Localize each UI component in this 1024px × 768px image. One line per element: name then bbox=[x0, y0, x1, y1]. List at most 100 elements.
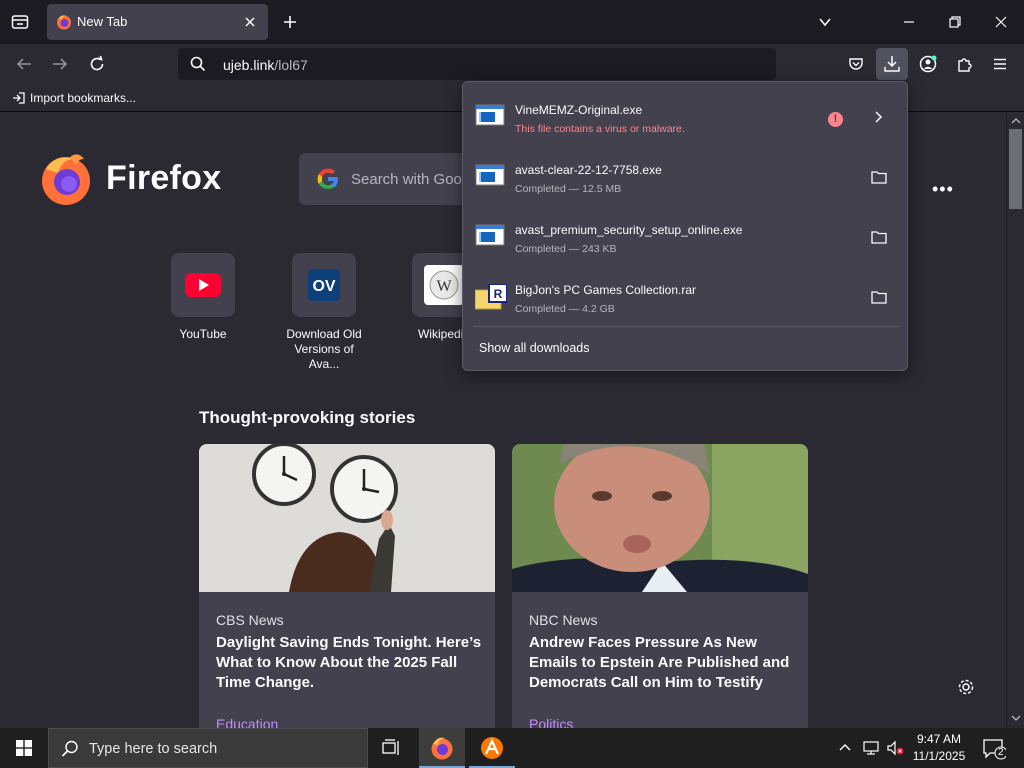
shortcut-label: Download Old Versions of Ava... bbox=[286, 327, 362, 371]
firefox-favicon-icon bbox=[56, 14, 72, 30]
notification-center-icon[interactable]: 2 bbox=[982, 738, 1006, 760]
new-tab-plus-icon[interactable] bbox=[282, 14, 298, 30]
forward-arrow-icon[interactable] bbox=[51, 56, 69, 72]
customize-dots-icon[interactable]: ••• bbox=[932, 179, 954, 200]
wikipedia-icon: W bbox=[424, 265, 464, 305]
folder-icon[interactable] bbox=[871, 290, 887, 304]
taskbar-search-placeholder: Type here to search bbox=[89, 741, 218, 757]
scroll-up-icon[interactable] bbox=[1011, 117, 1021, 125]
rar-archive-icon: R bbox=[475, 284, 507, 310]
scroll-down-icon[interactable] bbox=[1011, 714, 1021, 722]
folder-icon[interactable] bbox=[871, 170, 887, 184]
back-arrow-icon[interactable] bbox=[15, 56, 33, 72]
import-bookmarks-label: Import bookmarks... bbox=[30, 91, 137, 105]
download-item[interactable]: VineMEMZ-Original.exe This file contains… bbox=[463, 86, 907, 146]
malware-warning-icon: ! bbox=[828, 112, 843, 127]
story-card[interactable]: NBC News Andrew Faces Pressure As New Em… bbox=[512, 444, 808, 728]
restore-icon[interactable] bbox=[948, 15, 962, 29]
url-host: ujeb.link bbox=[223, 57, 275, 73]
windows-start-icon[interactable] bbox=[16, 740, 32, 756]
close-window-icon[interactable] bbox=[994, 15, 1008, 29]
download-item[interactable]: R BigJon's PC Games Collection.rar Compl… bbox=[463, 266, 907, 326]
download-filename: BigJon's PC Games Collection.rar bbox=[515, 283, 697, 297]
ov-tile: OV bbox=[292, 253, 356, 317]
network-icon[interactable] bbox=[862, 740, 880, 756]
tray-chevron-up-icon[interactable] bbox=[838, 742, 852, 752]
chevron-right-icon[interactable] bbox=[871, 110, 885, 124]
settings-gear-icon[interactable] bbox=[957, 678, 975, 696]
taskbar-clock[interactable]: 9:47 AM 11/1/2025 bbox=[906, 731, 972, 765]
folder-icon[interactable] bbox=[871, 230, 887, 244]
story-category: Education bbox=[216, 716, 279, 728]
exe-file-icon bbox=[475, 104, 505, 126]
story-card[interactable]: CBS News Daylight Saving Ends Tonight. H… bbox=[199, 444, 495, 728]
scrollbar-thumb[interactable] bbox=[1009, 129, 1022, 209]
clock-date: 11/1/2025 bbox=[912, 749, 966, 763]
youtube-icon bbox=[185, 271, 221, 299]
extensions-puzzle-icon[interactable] bbox=[956, 55, 974, 73]
reload-icon[interactable] bbox=[88, 55, 106, 73]
download-item[interactable]: avast-clear-22-12-7758.exe Completed — 1… bbox=[463, 146, 907, 206]
download-item[interactable]: avast_premium_security_setup_online.exe … bbox=[463, 206, 907, 266]
address-bar[interactable]: ujeb.link/lol67 bbox=[178, 48, 776, 80]
download-status: Completed — 12.5 MB bbox=[515, 183, 622, 195]
story-headline: Andrew Faces Pressure As New Emails to E… bbox=[529, 634, 790, 691]
tab-title: New Tab bbox=[77, 14, 128, 29]
taskbar-search-box[interactable]: Type here to search bbox=[48, 728, 368, 768]
downloads-divider bbox=[473, 326, 899, 327]
firefox-taskbar-icon bbox=[430, 736, 454, 760]
windows-taskbar: Type here to search 9:47 AM 11/1/2025 2 bbox=[0, 728, 1024, 768]
list-all-tabs-chevron-icon[interactable] bbox=[818, 15, 832, 29]
taskbar-firefox-button[interactable] bbox=[419, 728, 465, 768]
show-all-downloads-button[interactable]: Show all downloads bbox=[479, 341, 590, 355]
avast-taskbar-icon bbox=[480, 736, 504, 760]
taskbar-search-icon bbox=[61, 740, 79, 758]
shortcut-old-versions[interactable]: OV Download Old Versions of Ava... bbox=[279, 253, 369, 372]
google-g-icon bbox=[315, 166, 341, 192]
clock-time: 9:47 AM bbox=[916, 732, 962, 746]
close-tab-icon[interactable] bbox=[243, 15, 257, 29]
story-source: NBC News bbox=[529, 612, 598, 628]
app-menu-hamburger-icon[interactable] bbox=[992, 56, 1008, 72]
url-path: /lol67 bbox=[274, 57, 308, 73]
pocket-icon[interactable] bbox=[848, 56, 864, 72]
story-category: Politics bbox=[529, 716, 574, 728]
task-view-icon[interactable] bbox=[382, 739, 402, 757]
volume-muted-icon[interactable] bbox=[886, 740, 904, 756]
svg-text:OV: OV bbox=[312, 278, 335, 295]
firefox-wordmark: Firefox bbox=[106, 159, 222, 197]
story-image-clocks bbox=[199, 444, 495, 592]
import-bookmarks-button[interactable]: Import bookmarks... bbox=[12, 91, 136, 105]
search-icon bbox=[190, 56, 206, 72]
navigation-toolbar: ujeb.link/lol67 bbox=[0, 44, 1024, 84]
notification-count: 2 bbox=[998, 747, 1004, 758]
page-scrollbar[interactable] bbox=[1006, 113, 1024, 728]
svg-text:W: W bbox=[436, 278, 452, 295]
taskbar-avast-button[interactable] bbox=[469, 728, 515, 768]
minimize-icon[interactable] bbox=[902, 15, 916, 29]
download-filename: avast_premium_security_setup_online.exe bbox=[515, 223, 743, 237]
download-status: This file contains a virus or malware. bbox=[515, 123, 685, 135]
newtab-search-box[interactable]: Search with Google or enter address bbox=[299, 153, 595, 205]
download-arrow-icon bbox=[884, 55, 900, 73]
ov-icon: OV bbox=[308, 269, 340, 301]
url-text: ujeb.link/lol67 bbox=[223, 57, 308, 73]
tab-new-tab[interactable]: New Tab bbox=[47, 4, 268, 40]
download-filename: VineMEMZ-Original.exe bbox=[515, 103, 643, 117]
download-status: Completed — 243 KB bbox=[515, 243, 617, 255]
download-status: Completed — 4.2 GB bbox=[515, 303, 615, 315]
import-icon bbox=[12, 91, 26, 105]
downloads-button[interactable] bbox=[876, 48, 908, 80]
exe-file-icon bbox=[475, 164, 505, 186]
firefox-view-icon[interactable] bbox=[11, 13, 29, 31]
tab-strip: New Tab bbox=[0, 0, 1024, 44]
download-filename: avast-clear-22-12-7758.exe bbox=[515, 163, 662, 177]
shortcut-label: YouTube bbox=[179, 327, 227, 341]
exe-file-icon bbox=[475, 224, 505, 246]
account-icon[interactable] bbox=[919, 55, 937, 73]
svg-text:R: R bbox=[494, 287, 503, 301]
downloads-panel: VineMEMZ-Original.exe This file contains… bbox=[462, 81, 908, 371]
shortcut-youtube[interactable]: YouTube bbox=[158, 253, 248, 342]
story-headline: Daylight Saving Ends Tonight. Here’s Wha… bbox=[216, 634, 482, 691]
story-image-portrait bbox=[512, 444, 808, 592]
